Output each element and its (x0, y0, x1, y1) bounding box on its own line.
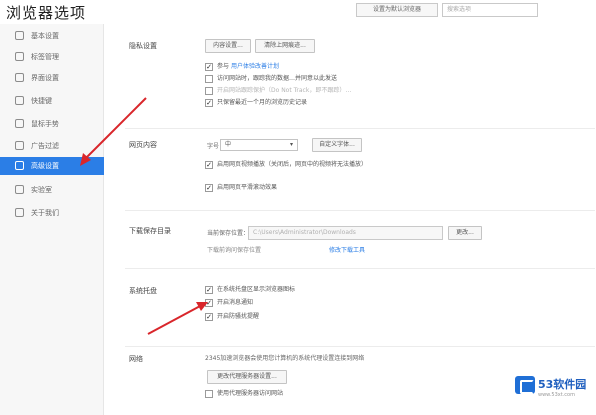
sidebar-item-label: 广告过滤 (31, 142, 59, 150)
mouse-icon (15, 119, 24, 128)
watermark-logo-icon (515, 376, 535, 394)
content-settings-button[interactable]: 内容设置... (205, 39, 251, 53)
checkbox[interactable]: ✓ (205, 161, 213, 169)
custom-font-button[interactable]: 自定义字体... (312, 138, 362, 152)
option-label: 在系统托盘区显示浏览器图标 (217, 286, 296, 293)
option-label: 启用网页平滑滚动效果 (217, 184, 278, 191)
option-label: 启用网页视频播放（关闭后，网页中的视频将无法播放） (217, 161, 368, 168)
option-label: 开启消息通知 (217, 299, 254, 306)
checkbox[interactable]: ✓ (205, 99, 213, 107)
sidebar-item-basic[interactable]: 基本设置 (0, 27, 104, 45)
ux-program-link[interactable]: 用户体验改善计划 (231, 63, 279, 70)
option-label: 参与 (217, 63, 230, 70)
title-bar: 浏览器选项 设置为默认浏览器 搜索选项 (0, 0, 596, 24)
watermark: 53软件园 www.53xt.com (513, 372, 593, 412)
sidebar-item-lab[interactable]: 实验室 (0, 181, 104, 199)
clear-traces-button[interactable]: 清除上网痕迹... (255, 39, 315, 53)
sidebar-item-advanced[interactable]: 高级设置 (0, 157, 104, 175)
lab-icon (15, 185, 24, 194)
checkbox[interactable]: ✓ (205, 286, 213, 294)
sidebar-item-label: 基本设置 (31, 32, 59, 40)
checkbox[interactable]: ✓ (205, 299, 213, 307)
proxy-settings-button[interactable]: 更改代理服务器设置... (207, 370, 287, 384)
download-hint: 下载前询问保存位置 修改下载工具 (207, 246, 365, 255)
sidebar-item-about[interactable]: 关于我们 (0, 204, 104, 222)
layout-icon (15, 73, 24, 82)
page-title: 浏览器选项 (6, 4, 87, 22)
info-icon (15, 208, 24, 217)
font-size-select[interactable]: 中 ▾ (220, 139, 298, 151)
change-path-button[interactable]: 更改... (448, 226, 482, 240)
advanced-icon (15, 161, 24, 170)
divider (125, 128, 595, 129)
sidebar-item-label: 鼠标手势 (31, 120, 59, 128)
option-label: 访问网站时，跟踪我的数据…并同意以此发送 (217, 75, 338, 82)
sidebar-item-gestures[interactable]: 鼠标手势 (0, 115, 104, 133)
sidebar-item-label: 标签管理 (31, 53, 59, 61)
option-label: 只保留最近一个月的浏览历史记录 (217, 99, 308, 106)
checkbox[interactable]: ✓ (205, 313, 213, 321)
checkbox[interactable]: ✓ (205, 63, 213, 71)
path-label: 当前保存位置： (207, 230, 250, 237)
search-input[interactable]: 搜索选项 (442, 3, 538, 17)
settings-content: 隐私设置 内容设置... 清除上网痕迹... ✓ 参与 用户体验改善计划 访问网… (105, 24, 596, 415)
sidebar-item-shortcuts[interactable]: 快捷键 (0, 92, 104, 110)
option-label: 开启网站跟踪保护（Do Not Track，即不跟踪）… (217, 87, 352, 94)
section-title-web-content: 网页内容 (129, 141, 157, 149)
option-label: 使用代理服务器访问网站 (217, 390, 284, 397)
download-hint-text: 下载前询问保存位置 (207, 247, 262, 254)
tab-icon (15, 52, 24, 61)
sidebar-item-interface[interactable]: 界面设置 (0, 69, 104, 87)
gear-icon (15, 31, 24, 40)
section-title-privacy: 隐私设置 (129, 42, 157, 50)
section-title-download: 下载保存目录 (129, 227, 171, 235)
sidebar-item-label: 高级设置 (31, 162, 59, 170)
checkbox[interactable] (205, 390, 213, 398)
sidebar-item-label: 界面设置 (31, 74, 59, 82)
sidebar-item-tabs[interactable]: 标签管理 (0, 48, 104, 66)
watermark-url: www.53xt.com (538, 392, 575, 398)
sidebar-item-adblock[interactable]: 广告过滤 (0, 137, 104, 155)
checkbox[interactable]: ✓ (205, 184, 213, 192)
download-tool-link[interactable]: 修改下载工具 (329, 247, 365, 254)
set-default-browser-button[interactable]: 设置为默认浏览器 (356, 3, 438, 17)
shield-icon (15, 141, 24, 150)
checkbox[interactable] (205, 75, 213, 83)
checkbox[interactable] (205, 87, 213, 95)
watermark-brand: 53软件园 (538, 378, 587, 391)
sidebar: 基本设置 标签管理 界面设置 快捷键 鼠标手势 广告过滤 高级设置 实验室 关于… (0, 24, 104, 415)
chevron-down-icon: ▾ (289, 141, 293, 148)
font-size-label: 字号 (207, 143, 220, 150)
section-title-network: 网络 (129, 355, 143, 363)
divider (125, 346, 595, 347)
download-path-input[interactable]: C:\Users\Administrator\Downloads (248, 226, 443, 240)
sidebar-item-label: 实验室 (31, 186, 52, 194)
sidebar-item-label: 关于我们 (31, 209, 59, 217)
divider (125, 210, 595, 211)
divider (125, 268, 595, 269)
keyboard-icon (15, 96, 24, 105)
section-title-tray: 系统托盘 (129, 287, 157, 295)
network-description: 2345加速浏览器会使用您计算机的系统代理设置连接到网络 (205, 355, 365, 362)
option-label: 开启防骚扰提醒 (217, 313, 260, 320)
sidebar-item-label: 快捷键 (31, 97, 52, 105)
font-size-value: 中 (225, 141, 232, 148)
